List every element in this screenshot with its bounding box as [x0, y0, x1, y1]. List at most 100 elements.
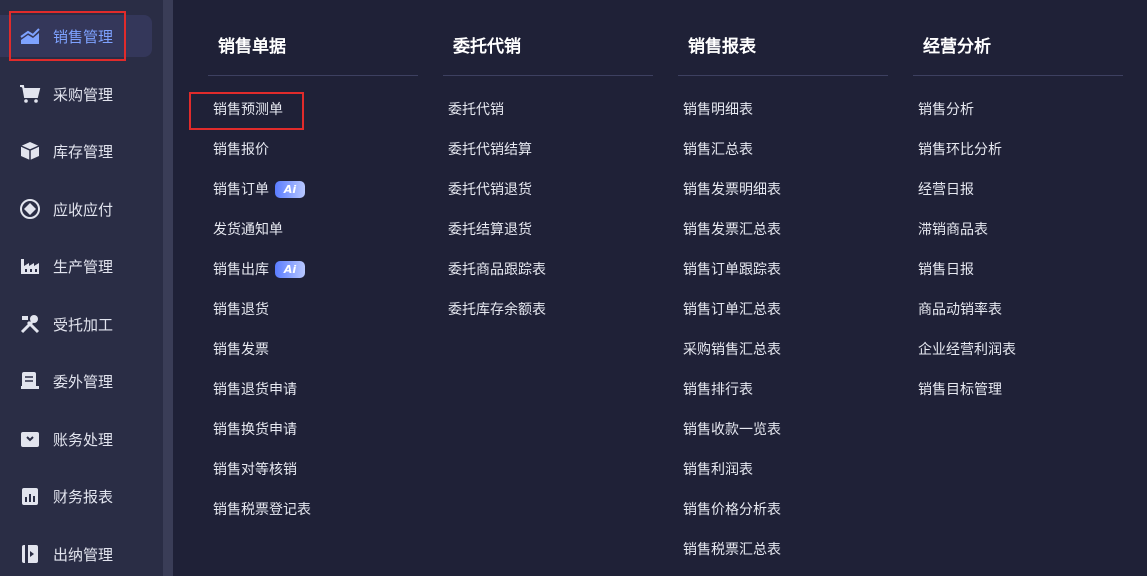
- menu-item-label: 企业经营利润表: [918, 342, 1016, 358]
- sidebar-item-production[interactable]: 生产管理: [0, 245, 163, 287]
- menu-item-label: 销售汇总表: [683, 142, 753, 158]
- menu-item-sales-return[interactable]: 销售退货: [213, 298, 269, 320]
- sidebar-item-label: 销售管理: [53, 27, 114, 46]
- menu-item-tax-invoice-summary[interactable]: 销售税票汇总表: [683, 538, 781, 560]
- menu-item-label: 滞销商品表: [918, 222, 988, 238]
- sidebar-item-processing[interactable]: 受托加工: [0, 303, 163, 345]
- sidebar-item-label: 财务报表: [53, 487, 114, 506]
- menu-item-label: 销售退货申请: [213, 382, 297, 398]
- menu-item-return-request[interactable]: 销售退货申请: [213, 378, 297, 400]
- menu-item-label: 销售价格分析表: [683, 502, 781, 518]
- menu-item-sales-daily[interactable]: 销售日报: [918, 258, 974, 280]
- ai-badge: Ai: [275, 180, 305, 198]
- menu-item-label: 销售排行表: [683, 382, 753, 398]
- menu-item-sell-through-rate[interactable]: 商品动销率表: [918, 298, 1002, 320]
- menu-item-report-detail[interactable]: 销售明细表: [683, 98, 753, 120]
- menu-item-label: 销售发票汇总表: [683, 222, 781, 238]
- menu-item-sales-order[interactable]: 销售订单 Ai: [213, 178, 305, 200]
- shopping-cart-icon: [19, 83, 41, 105]
- sidebar-item-outsourcing[interactable]: 委外管理: [0, 360, 163, 402]
- menu-item-sales-target[interactable]: 销售目标管理: [918, 378, 1002, 400]
- menu-item-profit-report[interactable]: 销售利润表: [683, 458, 753, 480]
- menu-item-label: 销售发票: [213, 342, 269, 358]
- menu-item-consignment-balance[interactable]: 委托库存余额表: [448, 298, 546, 320]
- menu-item-consignment-return[interactable]: 委托代销退货: [448, 178, 532, 200]
- menu-item-business-daily[interactable]: 经营日报: [918, 178, 974, 200]
- diamond-icon: [19, 198, 41, 220]
- menu-item-enterprise-profit[interactable]: 企业经营利润表: [918, 338, 1016, 360]
- menu-item-order-summary[interactable]: 销售订单汇总表: [683, 298, 781, 320]
- sidebar-item-accounting[interactable]: 账务处理: [0, 418, 163, 460]
- column-title: 委托代销: [453, 37, 521, 57]
- menu-item-sales-ranking[interactable]: 销售排行表: [683, 378, 753, 400]
- sidebar-item-cashier[interactable]: 出纳管理: [0, 533, 163, 575]
- menu-item-exchange-request[interactable]: 销售换货申请: [213, 418, 297, 440]
- menu-item-delivery-notice[interactable]: 发货通知单: [213, 218, 283, 240]
- menu-item-label: 销售明细表: [683, 102, 753, 118]
- sidebar-item-label: 出纳管理: [53, 545, 114, 564]
- menu-item-invoice-detail[interactable]: 销售发票明细表: [683, 178, 781, 200]
- menu-item-label: 委托结算退货: [448, 222, 532, 238]
- sales-chart-icon: [19, 25, 41, 47]
- menu-item-consignment[interactable]: 委托代销: [448, 98, 504, 120]
- menu-item-label: 委托库存余额表: [448, 302, 546, 318]
- menu-item-label: 发货通知单: [213, 222, 283, 238]
- cashier-icon: [19, 543, 41, 565]
- package-box-icon: [19, 140, 41, 162]
- menu-item-label: 销售换货申请: [213, 422, 297, 438]
- menu-item-reconciliation[interactable]: 销售对等核销: [213, 458, 297, 480]
- column-divider: [443, 75, 653, 76]
- menu-item-label: 销售日报: [918, 262, 974, 278]
- menu-item-collection-overview[interactable]: 销售收款一览表: [683, 418, 781, 440]
- menu-item-purchase-sales-summary[interactable]: 采购销售汇总表: [683, 338, 781, 360]
- menu-item-label: 销售订单汇总表: [683, 302, 781, 318]
- sidebar-item-receivable[interactable]: 应收应付: [0, 188, 163, 230]
- menu-item-slow-moving[interactable]: 滞销商品表: [918, 218, 988, 240]
- column-divider: [913, 75, 1123, 76]
- sidebar-item-inventory[interactable]: 库存管理: [0, 130, 163, 172]
- menu-item-settlement-return[interactable]: 委托结算退货: [448, 218, 532, 240]
- menu-item-order-tracking[interactable]: 销售订单跟踪表: [683, 258, 781, 280]
- menu-item-label: 销售收款一览表: [683, 422, 781, 438]
- menu-item-label: 销售订单: [213, 182, 269, 198]
- menu-item-tax-invoice-register[interactable]: 销售税票登记表: [213, 498, 311, 520]
- menu-item-label: 委托代销: [448, 102, 504, 118]
- column-divider: [208, 75, 418, 76]
- menu-item-label: 委托代销退货: [448, 182, 532, 198]
- sidebar: 销售管理 采购管理 库存管理 应收应付 生产管理 受托加工 委外管理 账务处理 …: [0, 0, 163, 576]
- sidebar-item-purchase[interactable]: 采购管理: [0, 73, 163, 115]
- sidebar-item-label: 应收应付: [53, 200, 114, 219]
- menu-item-consignment-settlement[interactable]: 委托代销结算: [448, 138, 532, 160]
- menu-item-sales-analysis[interactable]: 销售分析: [918, 98, 974, 120]
- menu-item-sales-invoice[interactable]: 销售发票: [213, 338, 269, 360]
- ai-badge: Ai: [275, 260, 305, 278]
- column-title: 销售报表: [688, 37, 756, 57]
- menu-item-label: 销售税票登记表: [213, 502, 311, 518]
- menu-item-label: 销售预测单: [213, 102, 283, 118]
- menu-item-sales-outbound[interactable]: 销售出库 Ai: [213, 258, 305, 280]
- document-icon: [19, 370, 41, 392]
- column-divider: [678, 75, 888, 76]
- sidebar-scrollbar[interactable]: [163, 0, 173, 576]
- menu-item-label: 销售税票汇总表: [683, 542, 781, 558]
- menu-item-sales-quote[interactable]: 销售报价: [213, 138, 269, 160]
- menu-item-label: 销售退货: [213, 302, 269, 318]
- column-title: 经营分析: [923, 37, 991, 57]
- menu-item-label: 销售报价: [213, 142, 269, 158]
- menu-item-price-analysis[interactable]: 销售价格分析表: [683, 498, 781, 520]
- menu-item-consignment-tracking[interactable]: 委托商品跟踪表: [448, 258, 546, 280]
- menu-item-label: 销售发票明细表: [683, 182, 781, 198]
- sidebar-item-label: 委外管理: [53, 372, 114, 391]
- menu-item-period-comparison[interactable]: 销售环比分析: [918, 138, 1002, 160]
- sidebar-item-financial-reports[interactable]: 财务报表: [0, 475, 163, 517]
- menu-item-label: 委托商品跟踪表: [448, 262, 546, 278]
- menu-item-label: 销售订单跟踪表: [683, 262, 781, 278]
- sidebar-item-label: 受托加工: [53, 315, 114, 334]
- sidebar-item-sales[interactable]: 销售管理: [0, 15, 152, 57]
- menu-item-invoice-summary[interactable]: 销售发票汇总表: [683, 218, 781, 240]
- menu-item-report-summary[interactable]: 销售汇总表: [683, 138, 753, 160]
- menu-item-label: 销售利润表: [683, 462, 753, 478]
- menu-item-label: 销售出库: [213, 262, 269, 278]
- menu-item-sales-forecast[interactable]: 销售预测单: [213, 98, 283, 120]
- menu-item-label: 商品动销率表: [918, 302, 1002, 318]
